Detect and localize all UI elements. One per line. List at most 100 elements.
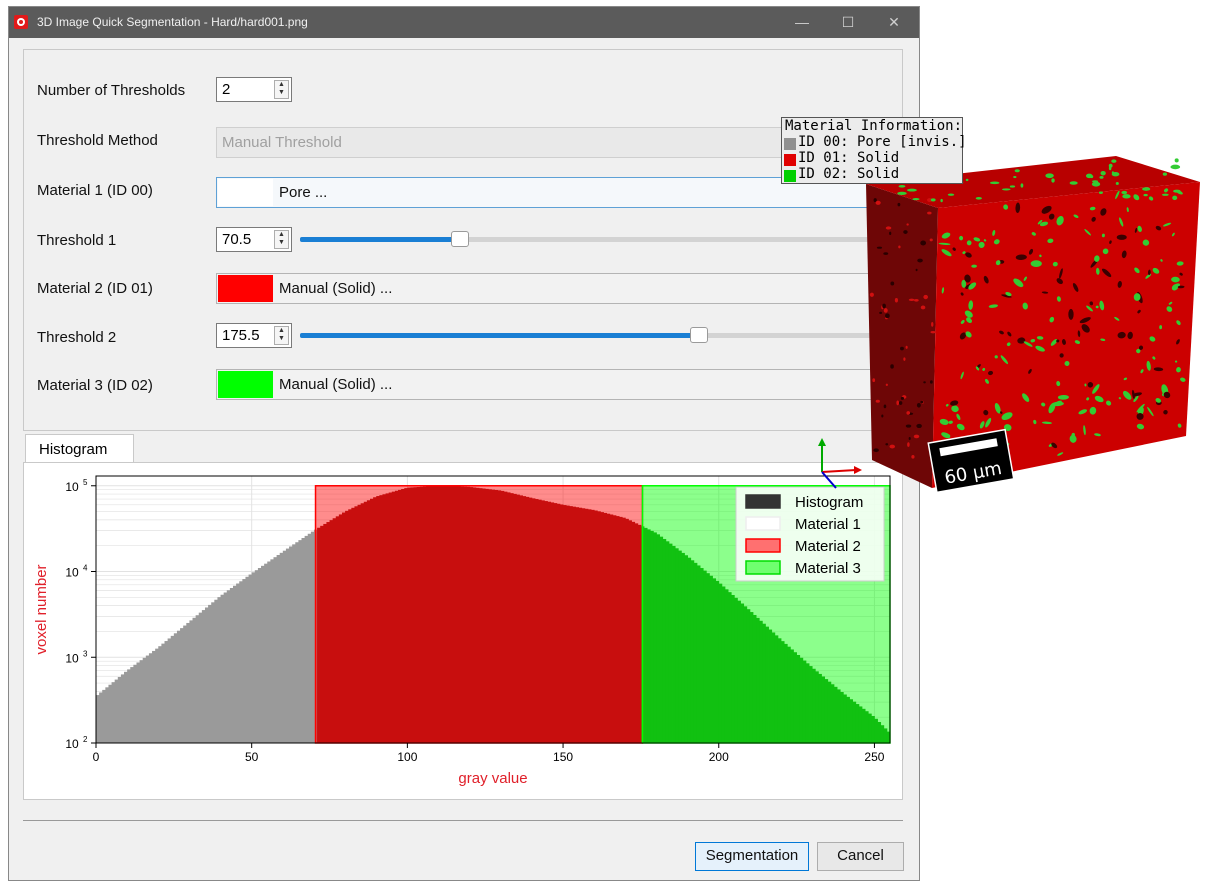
threshold1-spinbox[interactable]: 70.5 ▲ ▼: [216, 227, 292, 252]
close-button[interactable]: ✕: [871, 7, 917, 38]
histogram-bar: [152, 650, 156, 743]
minimize-button[interactable]: —: [779, 7, 825, 38]
grain-speck: [1023, 341, 1033, 347]
pore-speck: [1051, 442, 1058, 449]
scale-bar-box: [927, 428, 1015, 494]
material3-swatch: [218, 371, 273, 398]
histogram-bar: [276, 555, 281, 743]
grain-speck: [1001, 412, 1013, 421]
histogram-bar: [155, 648, 159, 743]
histogram-bar: [282, 550, 287, 743]
histogram-bar: [124, 671, 128, 743]
pore-speck: [1117, 331, 1126, 339]
grain-speck: [960, 320, 965, 324]
x-tick-label: 100: [397, 750, 417, 764]
grain-speck: [951, 405, 959, 413]
y-tick-exponent: 5: [83, 478, 88, 487]
pore-speck: [1068, 308, 1074, 320]
grain-speck: [968, 282, 977, 290]
pore-speck: [1072, 283, 1079, 292]
grain-speck: [1094, 255, 1100, 262]
pore-speck: [968, 283, 973, 289]
grain-speck: [985, 378, 989, 384]
material1-label: Material 1 (ID 00): [37, 182, 153, 199]
legend-swatch: [745, 494, 781, 509]
threshold2-slider[interactable]: [300, 326, 880, 346]
pore-speck: [1147, 269, 1151, 276]
x-tick-label: 150: [553, 750, 573, 764]
num-thresholds-label: Number of Thresholds: [37, 82, 186, 99]
spin-arrows-icon[interactable]: ▲ ▼: [274, 80, 289, 99]
info-line-pore: ID 00: Pore [invis.]: [798, 134, 967, 150]
pore-speck: [1090, 258, 1099, 268]
grain-speck: [983, 239, 987, 242]
histogram-chart: 0 50 100 150 200 250 10 2 10 3 10 4 10 5 gray value vox…: [33, 475, 891, 787]
legend-label: Histogram: [795, 494, 863, 511]
pore-speck: [1015, 254, 1027, 261]
grain-speck: [1049, 316, 1055, 323]
pore-speck: [1077, 330, 1081, 338]
pore-speck: [999, 411, 1003, 414]
histogram-bar: [117, 676, 122, 743]
settings-frame: Number of Thresholds 2 ▲ ▼ Threshold Meth…: [23, 49, 903, 431]
grain-speck: [1137, 406, 1144, 416]
threshold-method-combo[interactable]: Manual Threshold: [216, 127, 876, 158]
grain-speck: [1031, 232, 1036, 236]
histogram-bar: [217, 597, 221, 743]
grain-speck: [1003, 424, 1012, 432]
pore-speck: [1041, 291, 1049, 294]
material1-button[interactable]: Pore ...: [216, 177, 876, 208]
grain-speck: [1137, 225, 1142, 232]
grain-speck: [1136, 423, 1145, 430]
histogram-bar: [204, 607, 209, 743]
spin-arrows-icon[interactable]: ▲ ▼: [274, 326, 289, 345]
grain-speck: [1057, 452, 1064, 456]
grain-speck: [941, 287, 945, 294]
spin-arrows-icon[interactable]: ▲ ▼: [274, 230, 289, 249]
grain-speck: [1050, 338, 1058, 346]
grain-speck: [959, 235, 964, 241]
maximize-button[interactable]: ☐: [825, 7, 871, 38]
material3-button[interactable]: Manual (Solid) ...: [216, 369, 876, 400]
threshold1-slider[interactable]: [300, 230, 880, 250]
top-speck: [1172, 195, 1178, 201]
pore-speck: [1155, 400, 1162, 406]
side-speck: [923, 381, 926, 384]
pore-speck: [964, 274, 971, 283]
pore-speck: [950, 400, 959, 406]
cancel-button[interactable]: Cancel: [817, 842, 904, 871]
slider-handle[interactable]: [451, 231, 470, 247]
pore-speck: [955, 459, 965, 468]
histogram-bar: [102, 689, 106, 743]
grain-speck: [1140, 369, 1144, 374]
grain-speck: [1084, 229, 1092, 236]
solid-red-cube-icon: [784, 154, 796, 166]
num-thresholds-spinbox[interactable]: 2 ▲ ▼: [216, 77, 292, 102]
legend-swatch: [745, 560, 781, 575]
grain-speck: [983, 462, 990, 469]
top-speck: [947, 193, 955, 196]
pore-speck: [952, 247, 956, 251]
y-tick-label: 10: [65, 737, 79, 751]
material-region: [314, 485, 644, 744]
histogram-bar: [108, 684, 112, 743]
segmentation-button[interactable]: Segmentation: [695, 842, 809, 871]
y-tick-exponent: 2: [83, 735, 88, 744]
grain-speck: [1035, 345, 1045, 352]
pore-speck: [1179, 272, 1183, 276]
grain-speck: [1036, 336, 1044, 340]
material2-button[interactable]: Manual (Solid) ...: [216, 273, 876, 304]
histogram-bar: [183, 625, 187, 743]
top-speck: [1108, 163, 1113, 168]
histogram-bar: [195, 615, 200, 743]
side-speck: [929, 380, 933, 384]
grain-speck: [1106, 400, 1112, 406]
slider-handle[interactable]: [690, 327, 709, 343]
grain-speck: [1123, 377, 1128, 381]
threshold2-spinbox[interactable]: 175.5 ▲ ▼: [216, 323, 292, 348]
grain-speck: [968, 300, 974, 310]
y-tick-label: 10: [65, 480, 79, 494]
tab-histogram[interactable]: Histogram: [25, 434, 134, 464]
grain-speck: [975, 366, 980, 371]
side-speck: [920, 305, 926, 310]
